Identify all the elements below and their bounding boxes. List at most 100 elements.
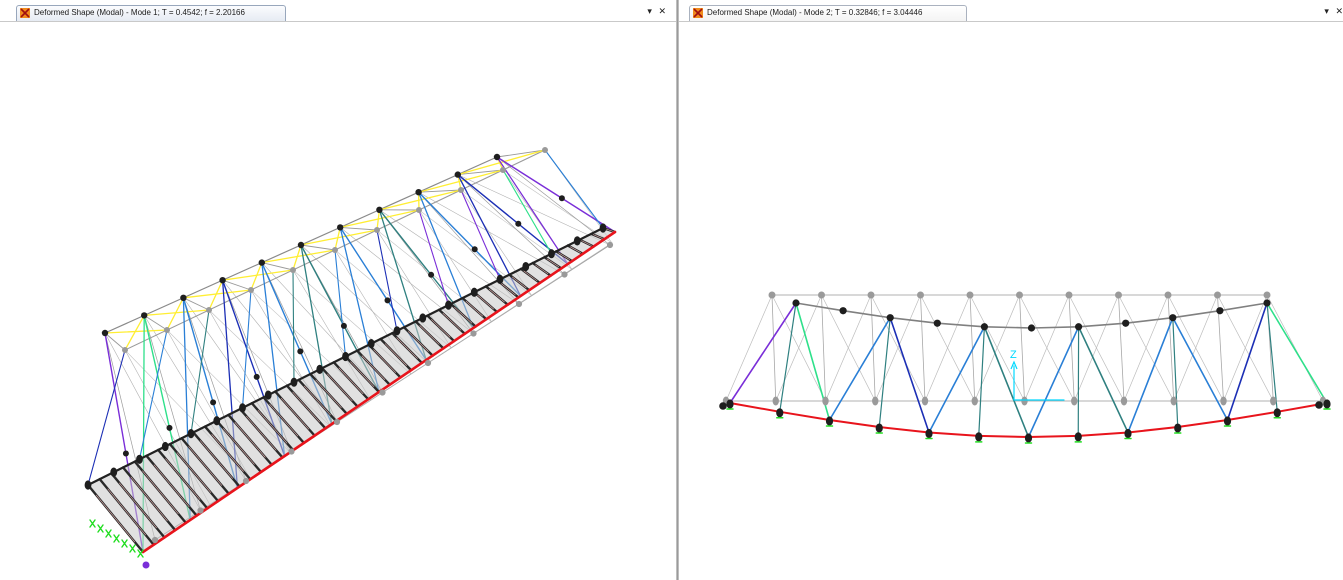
deck-edge-joint [470,287,478,297]
top-chord-joint [454,171,461,178]
deformed-diagonal-member [928,325,986,434]
deformed-vertical-member [1172,317,1179,428]
deformed-bottom-chord-segment [1077,431,1129,437]
ghost-joint [1071,396,1078,406]
deformed-top-chord-segment [842,309,891,319]
deformed-top-joint [1169,314,1177,322]
deck-edge-joint [264,390,272,400]
ghost-top-joint [500,167,506,173]
right-dropdown-icon[interactable]: ▾ [1324,6,1331,16]
ghost-joint [971,396,978,406]
deformed-top-chord-segment [983,325,1033,329]
ghost-joint [1065,291,1073,299]
deformed-top-joint [1263,299,1271,307]
web-diagonal-member [502,169,553,255]
deformed-bottom-joint [776,408,784,418]
deck-edge-joint [187,429,195,439]
web-diagonal-member [334,249,347,358]
deformed-vertical-member [978,326,985,437]
right-window-tab[interactable]: Deformed Shape (Modal) - Mode 2; T = 0.3… [689,5,967,21]
deck-edge-joint [445,300,452,310]
left-3d-model-canvas[interactable] [0,22,676,580]
deformed-bottom-joint [1074,432,1082,442]
deformed-vertical-member [1266,302,1278,413]
ghost-joint [872,396,879,406]
deformed-diagonal-member [729,302,797,404]
ghost-diagonal-member [1266,294,1324,402]
left-close-icon[interactable]: ✕ [658,6,668,16]
mid-web-joint [122,450,129,457]
deformed-bottom-chord-segment [1226,410,1279,421]
deformed-bottom-joint [875,423,883,433]
ghost-joint [921,396,929,406]
deformed-bottom-chord-segment [828,419,881,429]
ghost-joint [1263,291,1271,299]
deformed-bottom-joint [1174,423,1182,433]
mid-web-joint [428,271,435,278]
ghost-top-joint [206,307,212,313]
right-elevation-canvas[interactable]: Z [679,22,1343,580]
deformed-diagonal-member [1027,325,1080,438]
ghost-joint [1270,396,1277,406]
sap-app-icon [20,8,30,18]
deck-edge-joint [136,454,143,464]
deformed-top-joint [1122,319,1130,327]
right-viewport-window[interactable]: Deformed Shape (Modal) - Mode 2; T = 0.3… [679,0,1343,580]
left-dropdown-icon[interactable]: ▾ [647,6,654,16]
mid-web-joint [515,220,522,227]
deformed-bottom-chord-segment [729,402,781,413]
deformed-top-chord-segment [936,322,986,328]
web-diagonal-member [292,269,295,383]
right-tab-bar: Deformed Shape (Modal) - Mode 2; T = 0.3… [679,0,1343,22]
ghost-diagonal-member [1223,294,1268,402]
deformed-top-joint [1216,307,1224,315]
web-diagonal-member [418,209,450,306]
deformed-bottom-joint [825,416,834,426]
deformed-top-chord-segment [1219,302,1268,312]
left-window-tab[interactable]: Deformed Shape (Modal) - Mode 1; T = 0.4… [16,5,286,21]
deck-edge-joint [599,223,607,233]
deformed-top-chord-segment [1171,309,1221,319]
top-chord-joint [415,189,422,196]
deck-edge-joint [161,441,169,452]
left-viewport-window[interactable]: Deformed Shape (Modal) - Mode 1; T = 0.4… [0,0,676,580]
ghost-lower-joint [515,300,523,308]
mid-web-joint [558,195,565,202]
deformed-bottom-chord-segment [928,431,980,437]
end-joint [1315,401,1323,409]
z-axis-label: Z [1010,349,1017,361]
deformed-bottom-chord-segment [1127,426,1179,434]
ghost-vertical-member [1167,294,1175,402]
ghost-lower-joint [288,448,295,455]
ghost-diagonal-member [1024,294,1070,402]
deck-edge-joint [84,480,92,490]
ghost-top-joint [416,207,422,213]
deformed-top-joint [933,319,941,327]
deformed-bottom-joint [925,428,933,439]
mid-web-joint [297,348,304,355]
deck-edge-joint [573,236,581,246]
mid-web-joint [210,399,217,406]
deck-edge-joint [419,313,427,323]
deformed-top-chord-segment [1077,322,1127,328]
support-joint [142,561,150,569]
top-chord-joint [101,329,109,337]
ghost-joint [966,291,974,299]
mid-web-joint [384,297,391,304]
ghost-top-joint [542,147,548,153]
left-window-controls: ▾ ✕ [647,6,668,17]
mid-web-joint [253,373,260,380]
ghost-joint [1016,291,1023,299]
deformed-diagonal-member [1226,302,1268,421]
deck-edge-joint [496,274,504,284]
ghost-top-joint [248,287,254,293]
web-diagonal-member [376,229,398,332]
deck-edge-joint [342,351,349,362]
ghost-lower-joint [424,359,432,367]
ghost-joint [1021,396,1028,406]
ghost-vertical-member [920,294,926,402]
ghost-lower-joint [470,330,477,337]
left-tab-bar: Deformed Shape (Modal) - Mode 1; T = 0.4… [0,0,676,22]
right-close-icon[interactable]: ✕ [1335,6,1343,16]
mid-web-joint [471,246,478,253]
